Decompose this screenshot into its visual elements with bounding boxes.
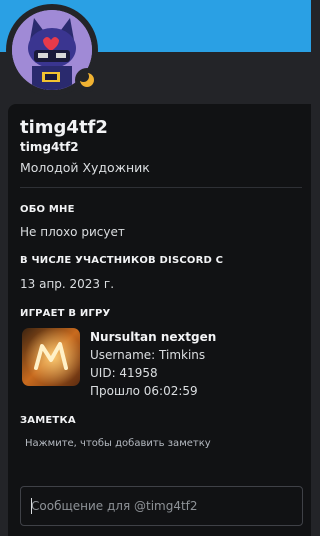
activity-name: Nursultan nextgen [90, 330, 217, 344]
member-since-date: 13 апр. 2023 г. [20, 277, 115, 291]
profile-card: timg4tf2 timg4tf2 Молодой Художник ОБО М… [8, 104, 311, 536]
message-input[interactable] [20, 486, 303, 526]
custom-status: Молодой Художник [20, 160, 150, 175]
username: timg4tf2 [20, 140, 79, 154]
status-indicator [75, 68, 99, 92]
about-text: Не плохо рисует [20, 225, 125, 239]
divider [20, 187, 302, 188]
activity-state: UID: 41958 [90, 366, 158, 380]
activity-title: ИГРАЕТ В ИГРУ [20, 308, 111, 319]
note-input[interactable]: Нажмите, чтобы добавить заметку [25, 438, 211, 449]
activity-details: Username: Timkins [90, 348, 206, 362]
about-title: ОБО МНЕ [20, 204, 75, 215]
activity-elapsed: Прошло 06:02:59 [90, 384, 198, 398]
display-name: timg4tf2 [20, 117, 108, 138]
activity-image [22, 328, 80, 386]
note-title: ЗАМЕТКА [20, 415, 76, 426]
text-caret [31, 498, 32, 514]
moon-icon [79, 72, 94, 87]
member-since-title: В ЧИСЛЕ УЧАСТНИКОВ DISCORD С [20, 255, 224, 266]
game-icon [22, 328, 80, 386]
avatar-container[interactable] [6, 4, 99, 96]
